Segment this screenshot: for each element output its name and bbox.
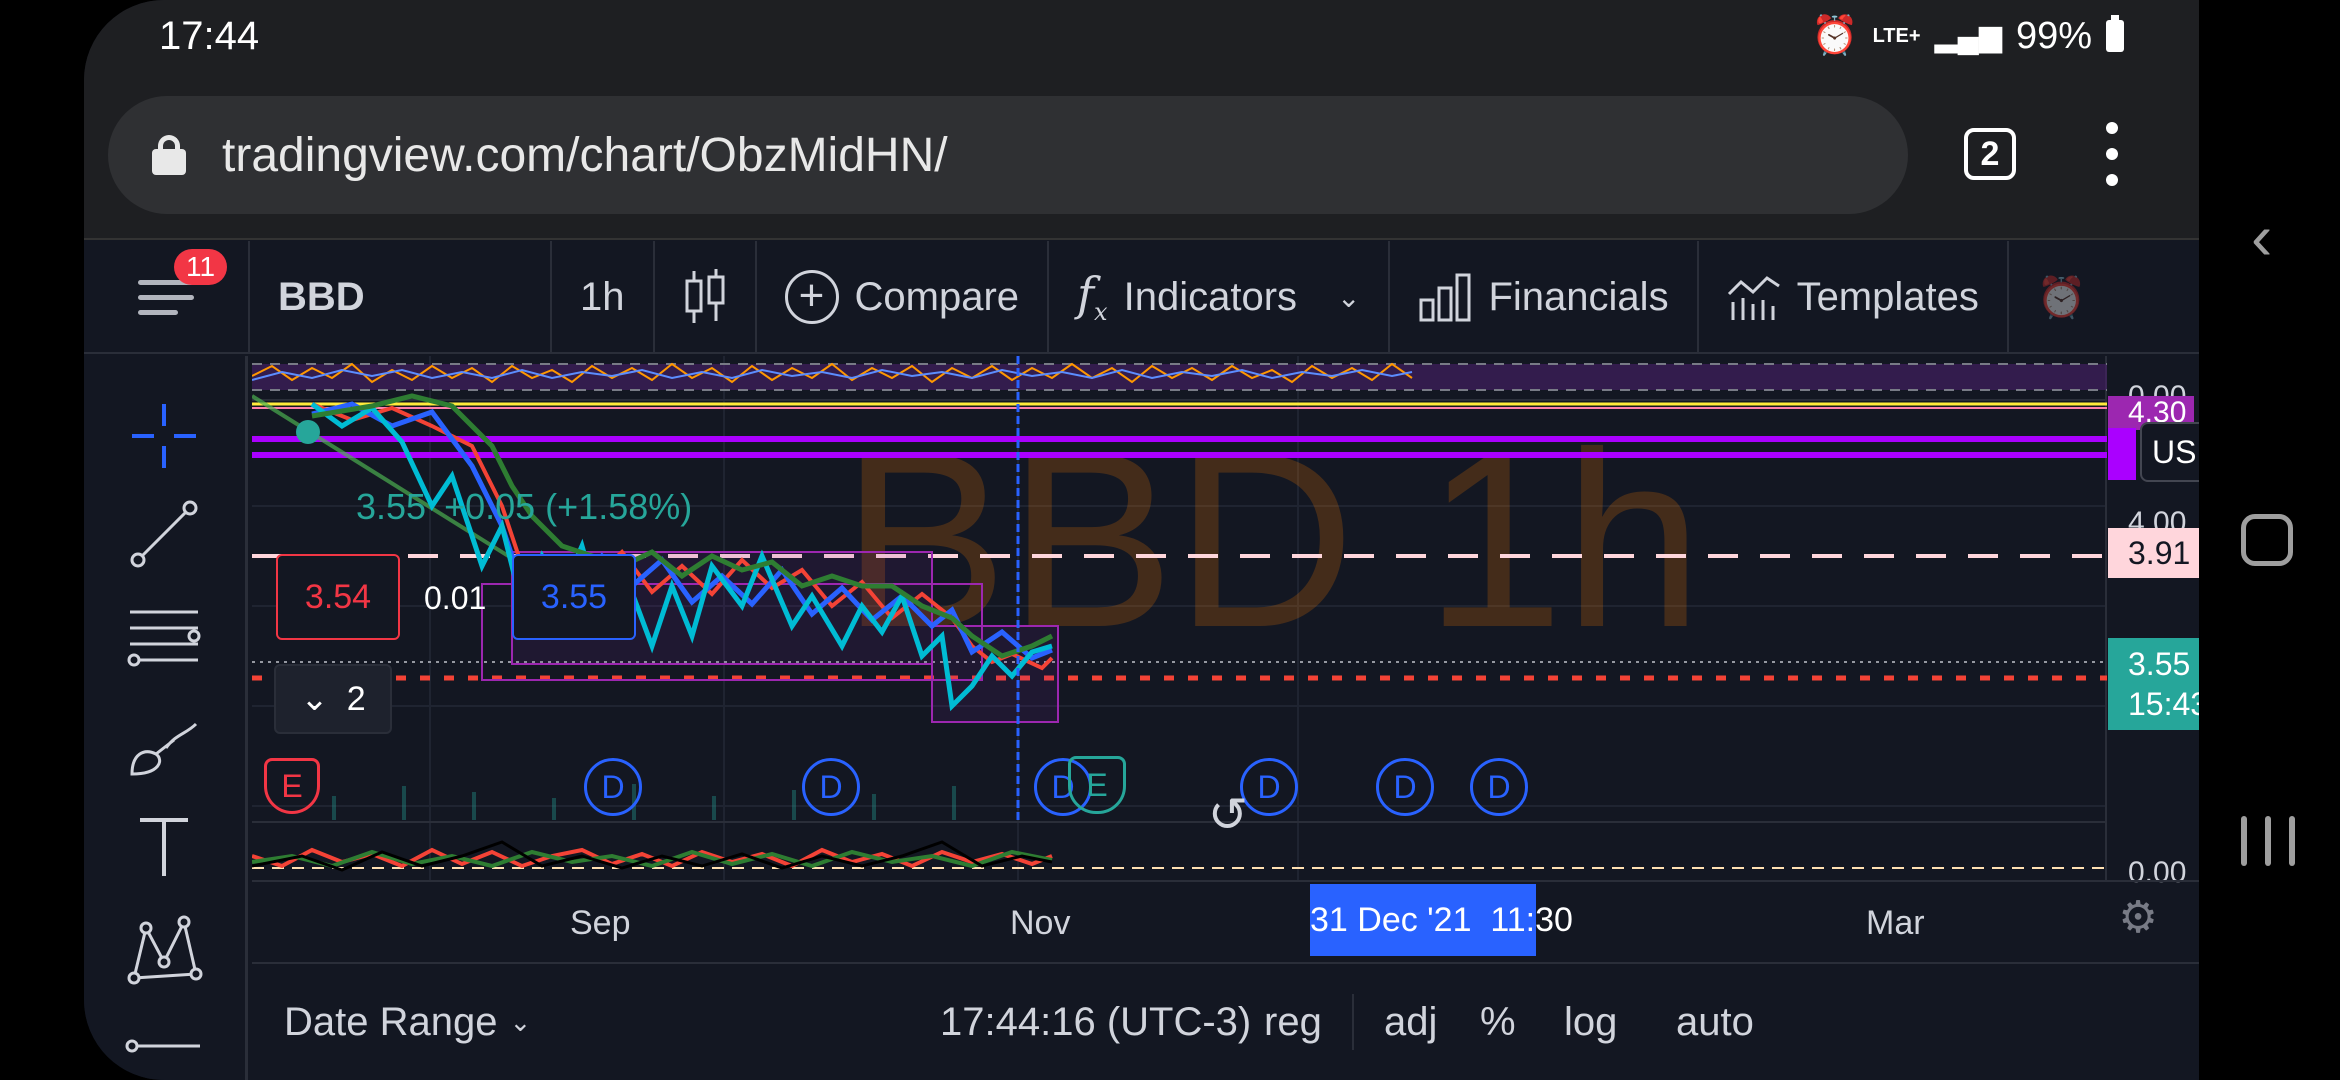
chevron-down-icon: ⌄ [509, 1006, 532, 1037]
status-time: 17:44 [159, 14, 260, 58]
status-bar: 17:44 ⏰ LTE+ ▂▄▆ 99% [84, 0, 2199, 72]
browser-menu-icon[interactable] [2102, 122, 2122, 186]
dividend-marker[interactable]: D [584, 758, 642, 816]
percent-scale-button[interactable]: % [1480, 1000, 1516, 1045]
home-icon[interactable] [2241, 514, 2293, 566]
settings-gear-icon[interactable]: ⚙ [2112, 892, 2164, 944]
drawing-toolbar [84, 356, 248, 1080]
templates-button[interactable]: Templates [1699, 241, 2007, 353]
bottom-toolbar: Date Range ⌄ 17:44:16 (UTC-3) reg adj % … [252, 964, 2199, 1080]
earnings-marker[interactable]: E [264, 758, 320, 814]
fib-retracement-icon[interactable] [124, 596, 204, 676]
indicators-button[interactable]: fx Indicators ⌄ [1049, 241, 1388, 353]
trend-line-handle[interactable] [296, 420, 320, 444]
financials-button[interactable]: Financials [1390, 241, 1696, 353]
crosshair-time-label: 31 Dec '21 11:30 [1310, 884, 1573, 956]
chart-toolbar: 11 BBD 1h + Compare fx Indicators ⌄ Fina… [84, 241, 2199, 354]
chevron-down-icon[interactable]: ⌄ [1337, 281, 1360, 314]
battery-percent: 99% [2015, 14, 2092, 57]
templates-icon [1727, 276, 1780, 320]
address-bar[interactable]: tradingview.com/chart/ObzMidHN/ [108, 96, 1908, 214]
dividend-marker[interactable]: D [1376, 758, 1434, 816]
alarm-icon: ⏰ [1811, 15, 1859, 57]
url-text: tradingview.com/chart/ObzMidHN/ [222, 128, 948, 182]
legend-price-row: 3.55 +0.05 (+1.58%) [356, 486, 692, 528]
log-scale-button[interactable]: log [1564, 1000, 1617, 1045]
bottom-divider [1352, 994, 1354, 1050]
clock-timezone[interactable]: 17:44:16 (UTC-3) [940, 1000, 1251, 1045]
signal-icon: ▂▄▆ [1934, 19, 2002, 53]
android-navigation-bar: ‹ [2199, 0, 2340, 1080]
resistance-level[interactable] [252, 452, 2107, 458]
earnings-marker[interactable]: E [1068, 756, 1126, 814]
collapse-indicators-button[interactable]: ⌄ 2 [274, 664, 392, 734]
resistance-level[interactable] [252, 436, 2107, 442]
time-label: Sep [570, 904, 631, 942]
adjust-button[interactable]: adj [1384, 1000, 1437, 1045]
brush-icon[interactable] [124, 704, 204, 784]
lock-icon [152, 135, 186, 175]
function-icon: fx [1077, 267, 1108, 327]
currency-marker [2108, 428, 2136, 480]
text-tool-icon[interactable] [124, 806, 204, 886]
crosshair-icon[interactable] [124, 396, 204, 476]
reset-chart-icon[interactable]: ↺ [1202, 790, 1254, 842]
pattern-tool-icon[interactable] [124, 908, 204, 988]
add-circle-icon: + [784, 270, 839, 324]
sell-button[interactable]: 3.54 [276, 554, 400, 640]
battery-icon [2106, 15, 2124, 52]
phone-screen: 17:44 ⏰ LTE+ ▂▄▆ 99% tradingview.com/cha… [84, 0, 2199, 1080]
auto-scale-button[interactable]: auto [1676, 1000, 1754, 1045]
time-label: Mar [1866, 904, 1925, 942]
bar-chart-icon [1419, 273, 1471, 322]
network-type: LTE+ [1872, 24, 1921, 47]
main-menu-button[interactable]: 11 [84, 241, 248, 353]
time-label: Nov [1010, 904, 1071, 942]
dividend-marker[interactable]: D [1470, 758, 1528, 816]
date-range-button[interactable]: Date Range ⌄ [284, 1000, 531, 1045]
symbol-search-button[interactable]: BBD [250, 241, 550, 353]
financials-label: Financials [1488, 274, 1669, 319]
time-axis[interactable]: Sep Nov Mar 31 Dec '21 11:30 ⚙ [252, 880, 2199, 964]
compare-label: Compare [854, 274, 1020, 319]
current-price: 3.55 [2128, 646, 2191, 682]
alert-price-label[interactable]: 3.91 [2108, 528, 2199, 578]
candlestick-icon [685, 269, 724, 323]
last-price-label[interactable]: 3.55 15:43 [2108, 638, 2199, 730]
volume-bars [332, 784, 956, 820]
legend-price: 3.55 [356, 486, 427, 527]
alert-icon[interactable]: ⏰ [2009, 241, 2115, 353]
compare-button[interactable]: + Compare [757, 241, 1048, 353]
trend-line-icon[interactable] [124, 494, 204, 574]
buy-button[interactable]: 3.55 [512, 554, 636, 640]
session-button[interactable]: reg [1264, 1000, 1322, 1045]
browser-bar: tradingview.com/chart/ObzMidHN/ 2 [84, 72, 2199, 240]
measure-tool-icon[interactable] [124, 1036, 204, 1076]
notification-badge: 11 [174, 249, 228, 285]
date-range-label: Date Range [284, 999, 498, 1044]
legend-change: +0.05 (+1.58%) [444, 486, 693, 527]
interval-button[interactable]: 1h [552, 241, 653, 353]
tab-switcher-button[interactable]: 2 [1964, 128, 2016, 180]
templates-label: Templates [1796, 274, 1979, 319]
back-icon[interactable]: ‹ [2251, 200, 2272, 274]
dividend-marker[interactable]: D [802, 758, 860, 816]
currency-label: USD [2152, 433, 2199, 470]
indicators-label: Indicators [1123, 274, 1298, 319]
chart-type-button[interactable] [655, 241, 755, 353]
spread-label: 0.01 [424, 580, 487, 616]
bar-countdown: 15:43 [2128, 686, 2199, 722]
hamburger-icon [138, 279, 194, 315]
chevron-down-icon: ⌄ [300, 680, 329, 718]
currency-select[interactable]: USD ⌄ [2140, 422, 2199, 482]
collapsed-count: 2 [346, 679, 366, 718]
recents-icon[interactable] [2241, 816, 2295, 866]
status-icons: ⏰ LTE+ ▂▄▆ 99% [1811, 14, 2124, 58]
